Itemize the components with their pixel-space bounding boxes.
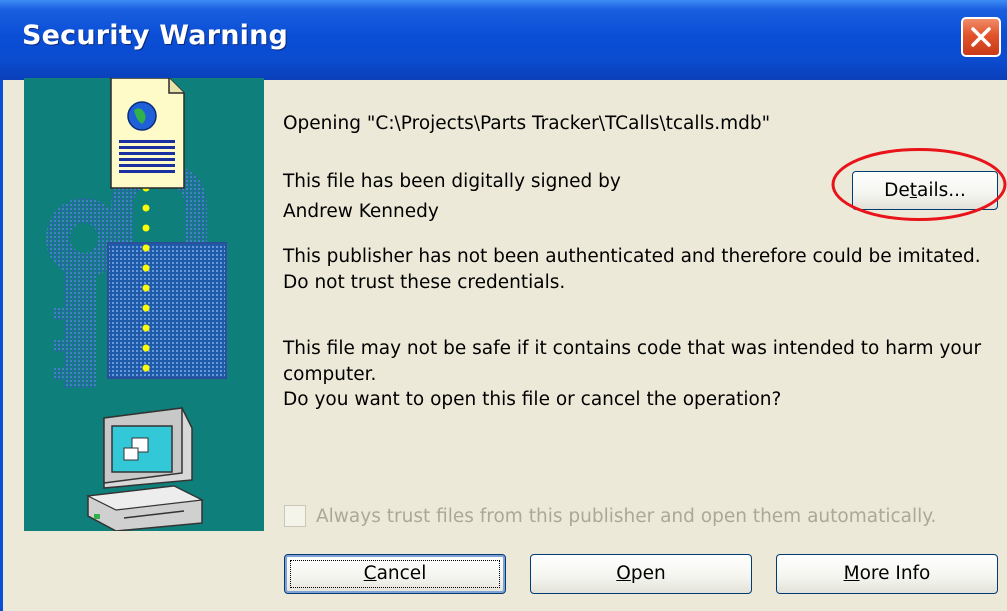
- more-info-mnemonic: M: [843, 563, 860, 584]
- close-x-icon: [971, 27, 991, 47]
- opening-file-text: Opening "C:\Projects\Parts Tracker\TCall…: [283, 113, 771, 134]
- always-trust-checkbox[interactable]: [284, 505, 306, 527]
- open-label: pen: [630, 563, 666, 584]
- security-illustration: [46, 77, 227, 532]
- window-title: Security Warning: [22, 20, 289, 51]
- more-info-label: ore Info: [859, 563, 931, 584]
- signed-by-text: This file has been digitally signed by: [283, 171, 621, 192]
- question-text: Do you want to open this file or cancel …: [283, 389, 782, 410]
- warning-text-line1: This file may not be safe if it contains…: [283, 338, 982, 359]
- close-button[interactable]: [961, 17, 1001, 57]
- illustration-panel: [24, 77, 264, 532]
- title-bar[interactable]: Security Warning: [0, 0, 1007, 80]
- padlock-icon: [107, 162, 227, 379]
- focus-rectangle: [290, 560, 500, 588]
- computer-icon: [85, 407, 205, 532]
- cancel-button[interactable]: Cancel: [284, 554, 506, 594]
- more-info-button[interactable]: More Info: [776, 554, 998, 594]
- open-mnemonic: O: [616, 563, 631, 584]
- document-globe-icon: [110, 77, 185, 189]
- open-button[interactable]: Open: [530, 554, 752, 594]
- always-trust-label: Always trust files from this publisher a…: [316, 506, 937, 527]
- not-authenticated-text: This publisher has not been authenticate…: [283, 246, 981, 267]
- warning-text-line2: computer.: [283, 364, 377, 385]
- security-warning-dialog: Security Warning Opening "C:\Projects\Pa…: [0, 0, 1007, 611]
- do-not-trust-text: Do not trust these credentials.: [283, 272, 566, 293]
- publisher-name: Andrew Kennedy: [283, 201, 439, 222]
- highlight-circle-annotation: [831, 148, 1007, 221]
